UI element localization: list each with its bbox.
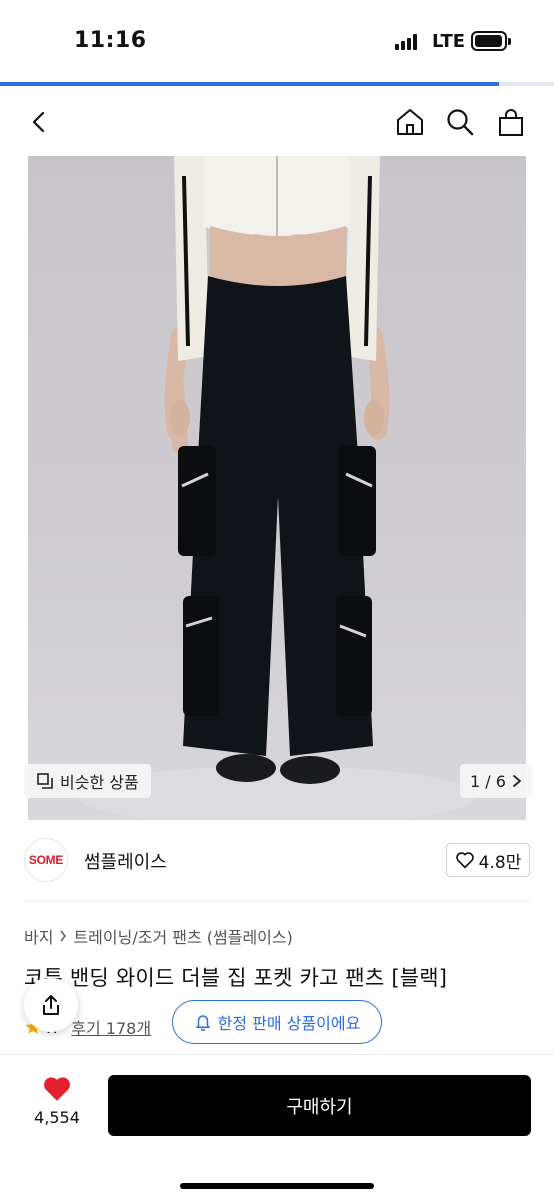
seller-name[interactable]: 썸플레이스 — [84, 848, 167, 874]
breadcrumb-subcategory[interactable]: 트레이닝/조거 팬츠 (썸플레이스) — [73, 924, 292, 948]
search-button[interactable] — [438, 100, 482, 144]
limited-sale-label: 한정 판매 상품이에요 — [217, 1014, 361, 1033]
top-nav — [0, 92, 554, 152]
similar-products-label: 비슷한 상품 — [60, 773, 139, 792]
product-photo-illustration — [77, 156, 477, 820]
status-time: 11:16 — [74, 28, 147, 53]
product-title: 코튼 밴딩 와이드 더블 집 포켓 카고 팬츠 [블랙] — [24, 966, 448, 990]
bottom-purchase-bar: 4,554 구매하기 — [0, 1054, 554, 1200]
page-load-progress — [0, 82, 554, 86]
network-label: LTE — [432, 31, 466, 52]
like-button[interactable]: 4,554 — [26, 1075, 88, 1139]
seller-logo[interactable]: SOME — [24, 838, 68, 882]
heart-filled-icon — [44, 1077, 70, 1101]
back-button[interactable] — [18, 100, 62, 144]
chevron-right-icon — [513, 775, 522, 787]
image-counter-button[interactable]: 1 / 6 — [460, 764, 532, 798]
cart-button[interactable] — [489, 100, 533, 144]
divider — [24, 900, 530, 901]
share-button[interactable] — [24, 978, 78, 1032]
shopping-bag-icon — [499, 109, 523, 136]
product-image[interactable] — [28, 156, 526, 820]
status-bar: 11:16 LTE — [0, 0, 554, 84]
image-counter: 1 / 6 — [470, 771, 506, 791]
home-indicator — [180, 1183, 374, 1189]
similar-products-button[interactable]: 비슷한 상품 — [24, 764, 151, 798]
similar-items-icon — [37, 773, 53, 789]
share-icon — [43, 995, 59, 1015]
home-button[interactable] — [388, 100, 432, 144]
buy-button[interactable]: 구매하기 — [108, 1075, 531, 1136]
signal-icon — [395, 34, 423, 50]
seller-row: SOME 썸플레이스 4.8만 — [0, 830, 554, 890]
seller-like-count: 4.8만 — [478, 852, 522, 873]
home-icon — [397, 109, 423, 135]
breadcrumb: 바지 트레이닝/조거 팬츠 (썸플레이스) — [24, 924, 293, 948]
chevron-left-icon — [32, 111, 45, 133]
bell-icon — [195, 1015, 210, 1031]
page-load-progress-fill — [0, 82, 499, 86]
chevron-right-icon — [60, 930, 67, 942]
like-count: 4,554 — [34, 1108, 80, 1127]
seller-like-button[interactable]: 4.8만 — [446, 843, 530, 877]
review-link[interactable]: 후기 178개 — [71, 1015, 151, 1039]
breadcrumb-category[interactable]: 바지 — [24, 924, 53, 948]
heart-outline-icon — [455, 852, 474, 869]
limited-sale-badge[interactable]: 한정 판매 상품이에요 — [172, 1000, 382, 1044]
search-icon — [447, 109, 474, 136]
battery-icon — [471, 31, 511, 51]
